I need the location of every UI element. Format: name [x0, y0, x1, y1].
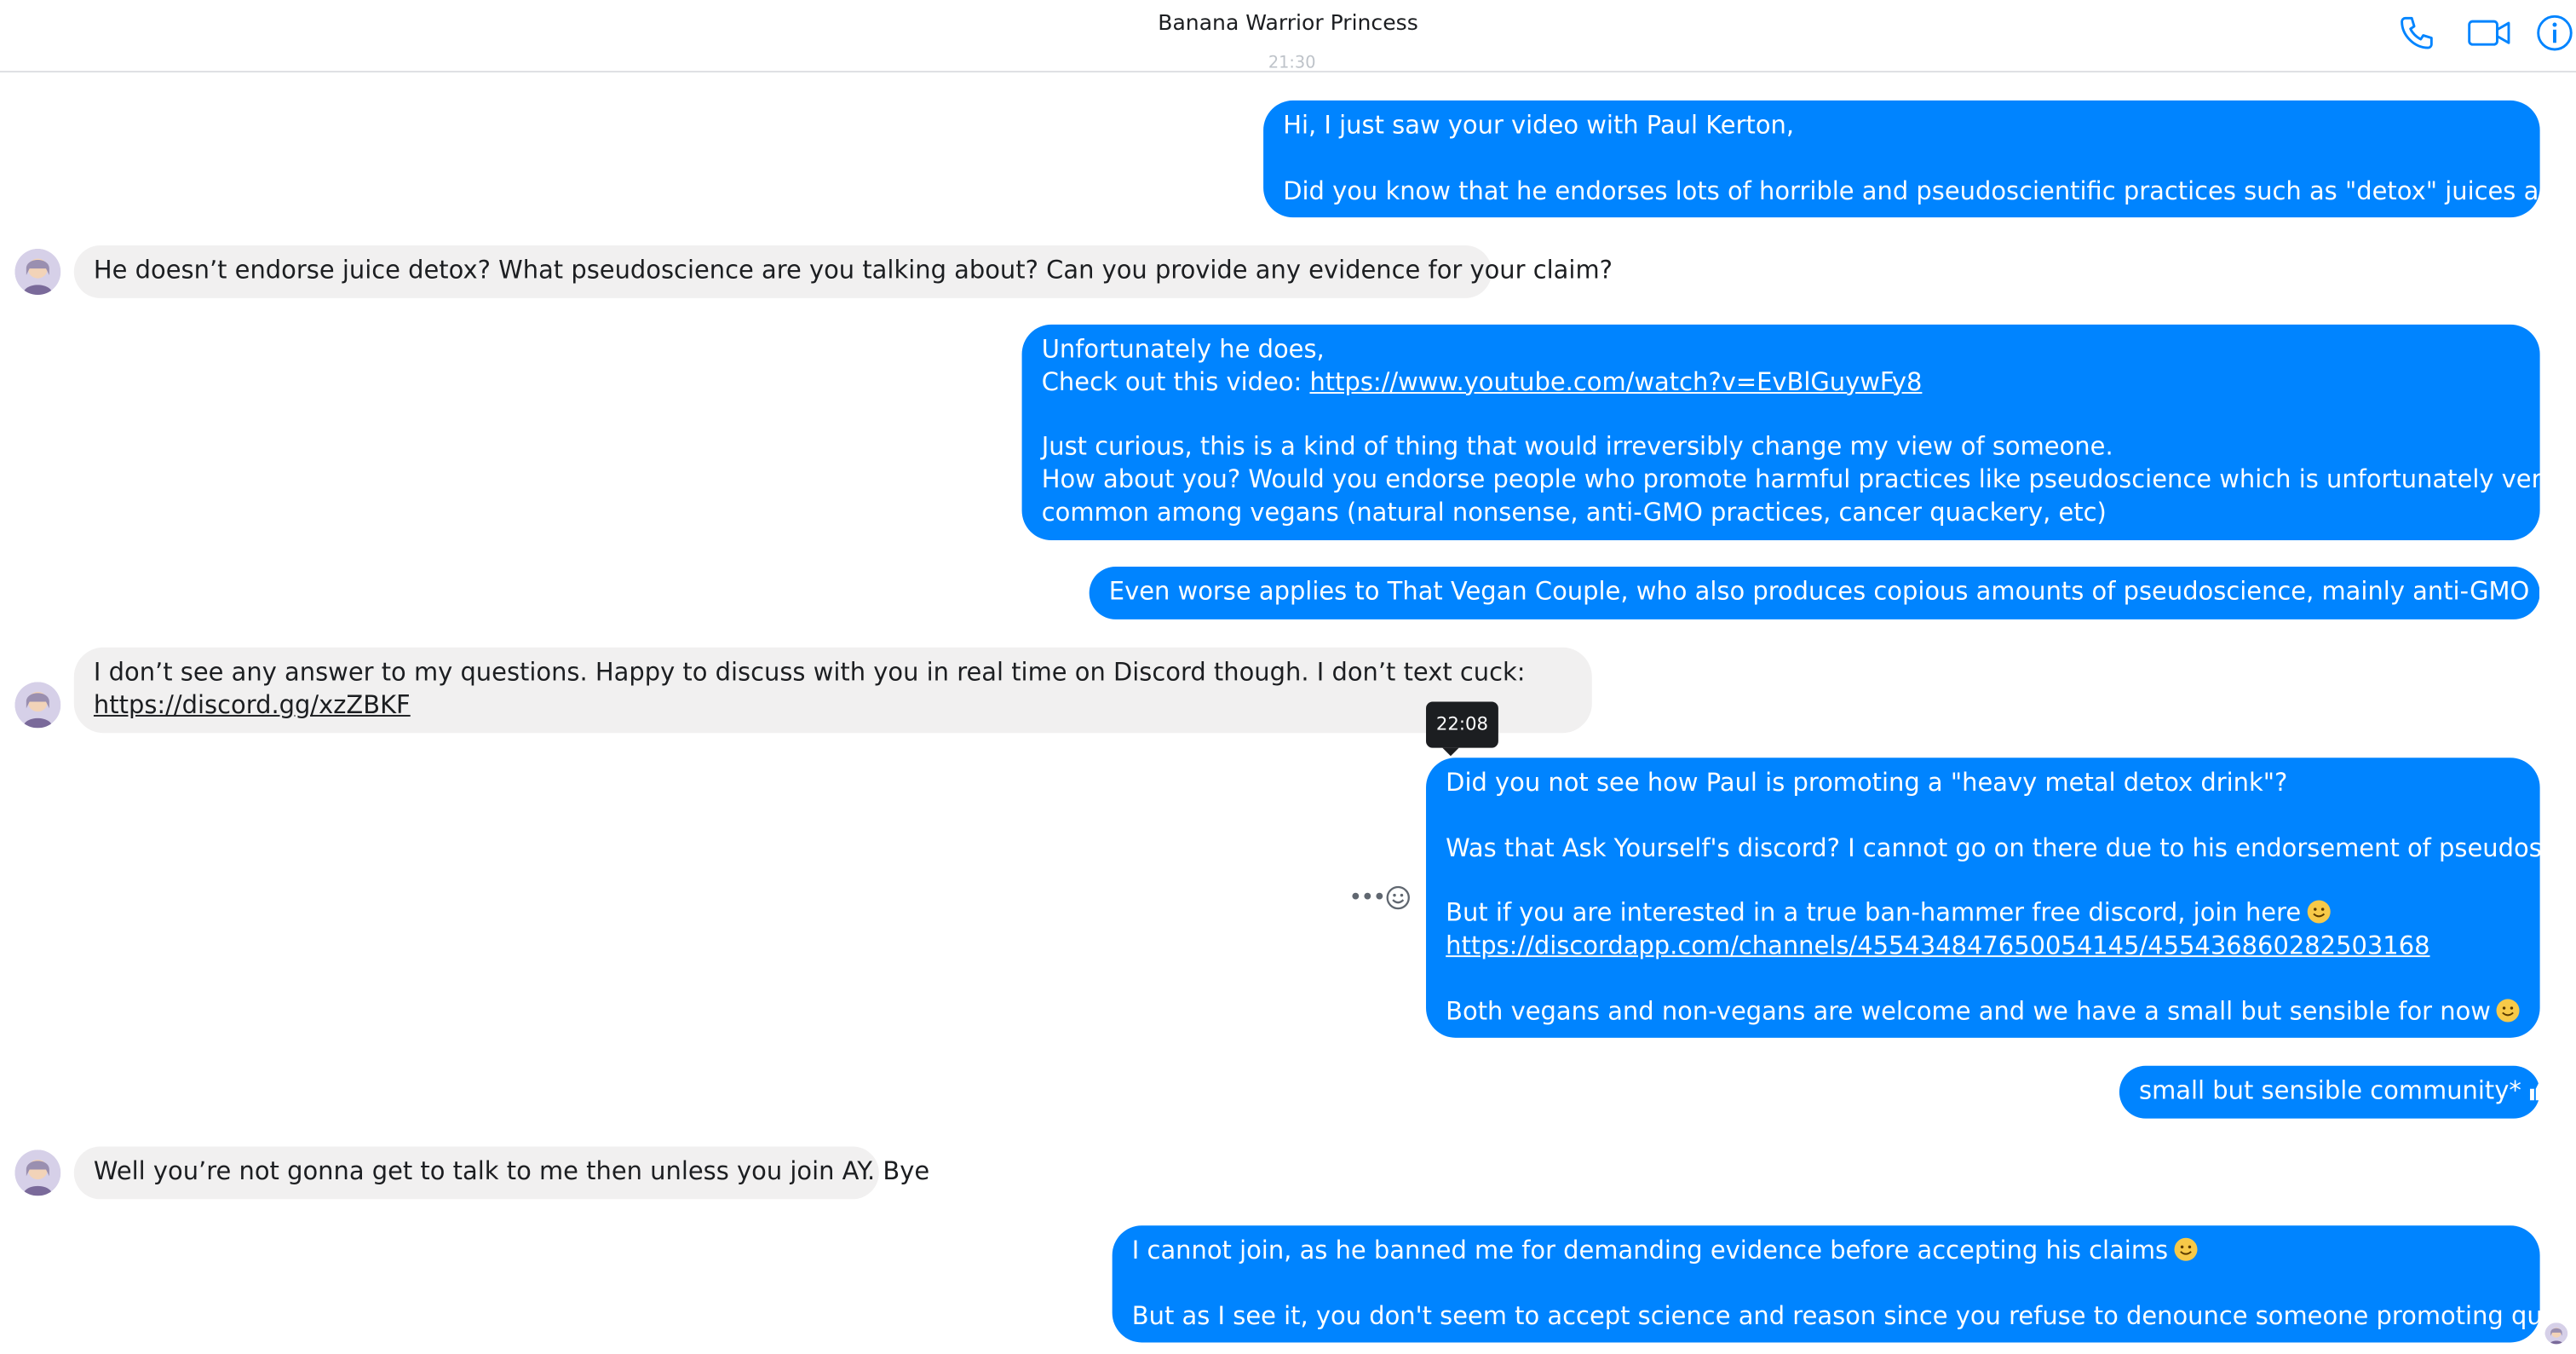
- message-text: Check out this video: https://www.youtub…: [1042, 367, 2521, 400]
- message-text-body: I cannot join, as he banned me for deman…: [1131, 1235, 2169, 1265]
- message-text: Both vegans and non-vegans are welcome a…: [1446, 996, 2520, 1028]
- message-text: Well you’re not gonna get to talk to me …: [93, 1156, 930, 1186]
- message-text-body: small but sensible community*: [2139, 1075, 2521, 1106]
- discord-invite-link[interactable]: https://discord.gg/xzZBKF: [94, 690, 411, 720]
- smile-emoji-icon: [2306, 900, 2331, 925]
- messenger-window: Banana Warrior Princess 21:30 Hi, I just…: [0, 0, 2576, 1354]
- message-text: How about you? Would you endorse people …: [1041, 464, 2556, 495]
- message-text-body: But if you are interested in a true ban-…: [1446, 897, 2302, 928]
- timestamp-tooltip: 22:08: [1426, 701, 1498, 757]
- message-text: common among vegans (natural nonsense, a…: [1041, 497, 2107, 527]
- message-text: But as I see it, you don't seem to accep…: [1132, 1300, 2576, 1333]
- message-text: small but sensible community*: [2139, 1075, 2550, 1108]
- message-text: Just curious, this is a kind of thing th…: [1041, 432, 2113, 463]
- message-text: He doesn’t endorse juice detox? What pse…: [93, 255, 1613, 285]
- message-bubble-outgoing[interactable]: Did you not see how Paul is promoting a …: [1426, 758, 2576, 1039]
- message-text: [1446, 800, 2520, 833]
- message-text: Even worse applies to That Vegan Couple,…: [1108, 576, 2576, 607]
- message-bubble-incoming[interactable]: Well you’re not gonna get to talk to me …: [73, 1146, 930, 1199]
- phone-icon[interactable]: [2397, 13, 2436, 52]
- thumbs-up-icon: [2527, 1077, 2551, 1102]
- contact-avatar[interactable]: [14, 248, 61, 296]
- message-text: [1446, 963, 2520, 995]
- more-options-icon[interactable]: •••: [1348, 884, 1386, 911]
- seen-by-avatar: [2544, 1321, 2568, 1345]
- message-bubble-incoming[interactable]: I don’t see any answer to my questions. …: [73, 647, 1592, 733]
- smile-emoji-icon: [2173, 1237, 2198, 1262]
- message-link-line: https://discord.gg/xzZBKF: [94, 690, 1573, 723]
- contact-avatar[interactable]: [14, 1149, 61, 1196]
- message-bubble-outgoing[interactable]: Hi, I just saw your video with Paul Kert…: [1263, 100, 2576, 218]
- message-bubble-outgoing[interactable]: Unfortunately he does, Check out this vi…: [1021, 324, 2556, 540]
- message-text: Was that Ask Yourself's discord? I canno…: [1446, 833, 2576, 863]
- conversation-title: Banana Warrior Princess: [1158, 11, 1418, 37]
- message-text-body: Both vegans and non-vegans are welcome a…: [1446, 995, 2491, 1026]
- message-text: I don’t see any answer to my questions. …: [93, 657, 1526, 688]
- message-text: I cannot join, as he banned me for deman…: [1132, 1236, 2521, 1268]
- message-text-prefix: Check out this video:: [1041, 366, 1310, 397]
- message-text: [1283, 143, 2520, 176]
- message-text: Unfortunately he does,: [1041, 334, 1325, 365]
- message-bubble-outgoing[interactable]: I cannot join, as he banned me for deman…: [1112, 1225, 2576, 1344]
- message-text: Did you not see how Paul is promoting a …: [1446, 767, 2288, 798]
- smile-emoji-icon: [2496, 998, 2521, 1023]
- message-text: [1132, 1268, 2521, 1300]
- message-bubble-outgoing[interactable]: Even worse applies to That Vegan Couple,…: [1089, 566, 2576, 619]
- message-text: But if you are interested in a true ban-…: [1446, 898, 2520, 931]
- message-link-line: https://discordapp.com/channels/45543484…: [1446, 931, 2520, 963]
- message-bubble-incoming[interactable]: He doesn’t endorse juice detox? What pse…: [73, 245, 1613, 298]
- message-bubble-outgoing[interactable]: small but sensible community*: [2119, 1065, 2550, 1119]
- youtube-link[interactable]: https://www.youtube.com/watch?v=EvBlGuyw…: [1309, 367, 1922, 397]
- message-text-body: But as I see it, you don't seem to accep…: [1131, 1300, 2576, 1331]
- contact-avatar[interactable]: [14, 682, 61, 729]
- video-camera-icon[interactable]: [2466, 13, 2512, 52]
- message-text: Did you know that he endorses lots of ho…: [1283, 176, 2576, 205]
- discordapp-link[interactable]: https://discordapp.com/channels/45543484…: [1446, 931, 2429, 960]
- message-text: [1446, 866, 2520, 898]
- message-text: [1042, 400, 2521, 432]
- info-icon[interactable]: [2535, 13, 2574, 52]
- emoji-reaction-icon[interactable]: [1385, 884, 1412, 911]
- previous-timestamp: 21:30: [1268, 54, 1316, 72]
- message-text: Hi, I just saw your video with Paul Kert…: [1283, 110, 1795, 141]
